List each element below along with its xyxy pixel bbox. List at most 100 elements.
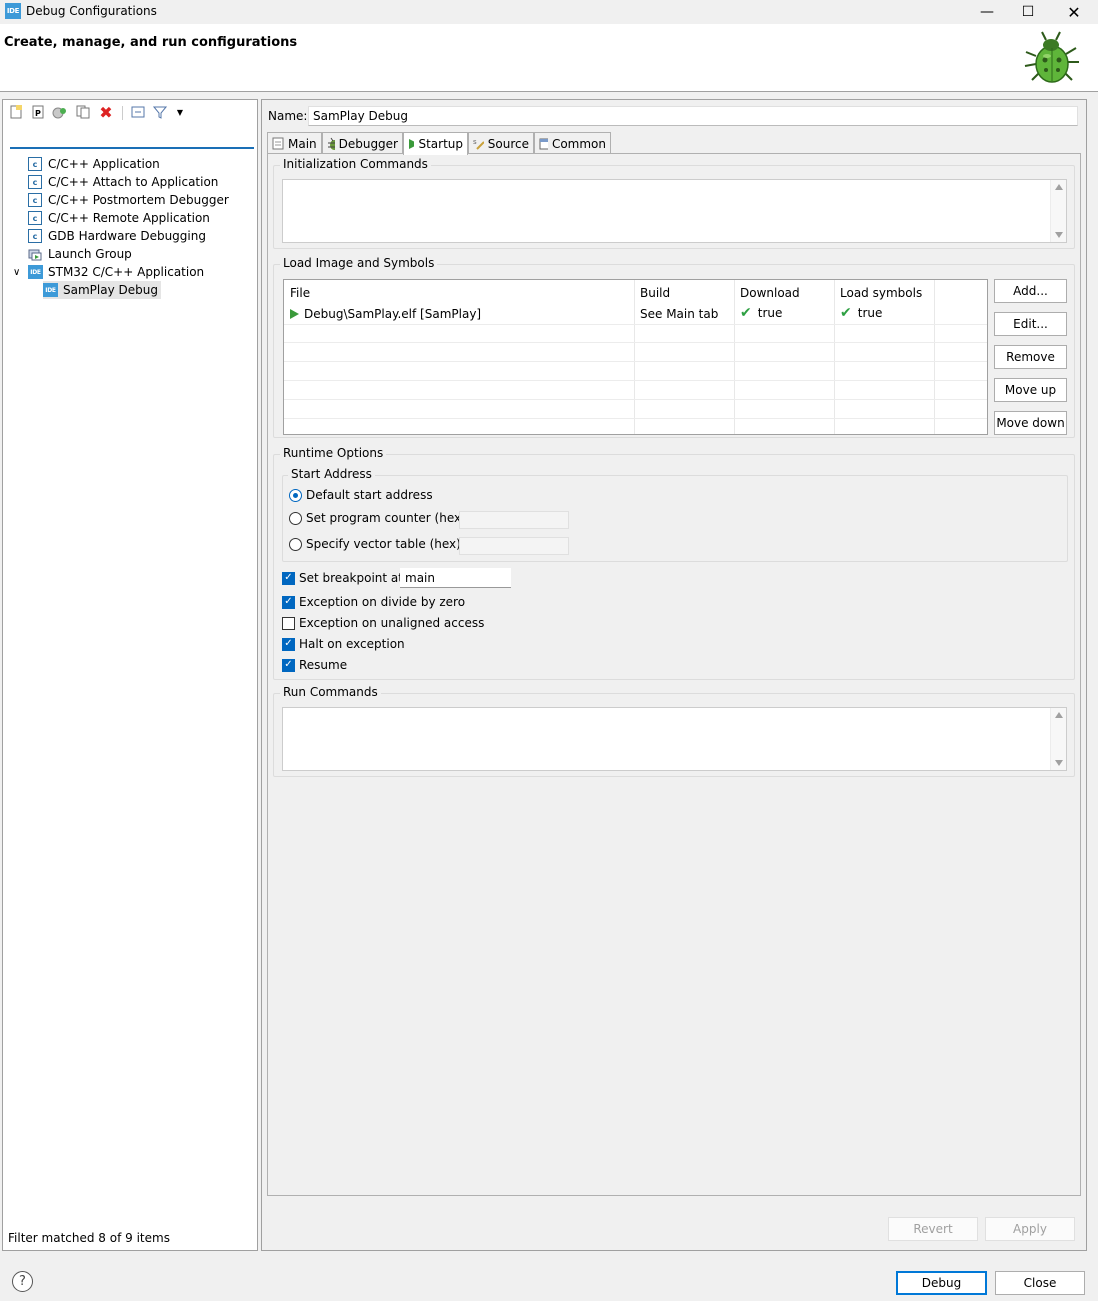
collapse-all-icon[interactable]: [130, 104, 146, 120]
resume-checkbox[interactable]: ✓ Resume: [282, 658, 347, 672]
tree-item-launch-group[interactable]: Launch Group: [28, 245, 132, 263]
radio-unselected[interactable]: [289, 511, 302, 525]
toolbar-separator: [122, 106, 123, 120]
edit-button[interactable]: Edit...: [994, 312, 1067, 336]
tree-item-samplay-debug[interactable]: IDE SamPlay Debug: [43, 281, 161, 299]
name-input[interactable]: SamPlay Debug: [308, 106, 1078, 126]
load-image-table[interactable]: File Build Download Load symbols Debug\S…: [283, 279, 988, 435]
file-cell: Debug\SamPlay.elf [SamPlay]: [290, 307, 481, 321]
tab-startup[interactable]: Startup: [403, 132, 468, 155]
init-commands-group: Initialization Commands: [273, 157, 1075, 249]
svg-text:P: P: [35, 109, 41, 118]
halt-on-exception-checkbox[interactable]: ✓ Halt on exception: [282, 637, 405, 651]
set-breakpoint-checkbox[interactable]: ✓ Set breakpoint at:: [282, 571, 407, 585]
ide-icon: IDE: [43, 283, 58, 297]
table-row[interactable]: Debug\SamPlay.elf [SamPlay] See Main tab…: [290, 305, 980, 324]
help-icon[interactable]: ?: [12, 1271, 33, 1292]
svg-text:s: s: [473, 138, 477, 146]
tab-source[interactable]: s Source: [468, 132, 534, 154]
runtime-options-title: Runtime Options: [280, 446, 387, 460]
c-icon: c: [27, 192, 43, 208]
column-header-download[interactable]: Download: [740, 286, 800, 300]
runtime-options-group: Runtime Options Start Address Default st…: [273, 446, 1075, 680]
run-commands-title: Run Commands: [280, 685, 381, 699]
move-up-button[interactable]: Move up: [994, 378, 1067, 402]
filter-dropdown-icon[interactable]: ▼: [172, 104, 188, 120]
dialog-header: Create, manage, and run configurations: [0, 24, 1098, 92]
column-header-build[interactable]: Build: [640, 286, 670, 300]
checkbox-unchecked[interactable]: [282, 616, 295, 630]
header-message: Create, manage, and run configurations: [4, 35, 298, 50]
configuration-editor: Name: SamPlay Debug Main Debugger Startu…: [261, 99, 1087, 1251]
debugger-tab-icon: [328, 137, 335, 150]
run-commands-scrollbar[interactable]: [1050, 708, 1066, 770]
run-commands-textarea[interactable]: [282, 707, 1067, 771]
column-header-load-symbols[interactable]: Load symbols: [840, 286, 922, 300]
filter-icon[interactable]: [152, 104, 168, 120]
checkbox-checked[interactable]: ✓: [282, 571, 295, 585]
tree-item-gdb-hardware[interactable]: c GDB Hardware Debugging: [27, 227, 206, 245]
radio-unselected[interactable]: [289, 537, 302, 551]
apply-button[interactable]: Apply: [985, 1217, 1075, 1241]
breakpoint-input[interactable]: main: [400, 568, 511, 588]
tree-item-cpp-postmortem[interactable]: c C/C++ Postmortem Debugger: [27, 191, 229, 209]
remove-button[interactable]: Remove: [994, 345, 1067, 369]
tree-item-cpp-application[interactable]: c C/C++ Application: [27, 155, 160, 173]
exception-divide-checkbox[interactable]: ✓ Exception on divide by zero: [282, 595, 465, 609]
c-icon: c: [27, 210, 43, 226]
revert-button[interactable]: Revert: [888, 1217, 978, 1241]
duplicate-configuration-icon[interactable]: [75, 104, 91, 120]
c-icon: c: [27, 174, 43, 190]
checkbox-checked[interactable]: ✓: [282, 637, 295, 651]
move-down-button[interactable]: Move down: [994, 411, 1067, 435]
download-cell: ✔ true: [740, 305, 783, 321]
delete-configuration-icon[interactable]: ✖: [98, 103, 114, 122]
program-counter-input[interactable]: [459, 511, 569, 529]
checkbox-checked[interactable]: ✓: [282, 658, 295, 672]
debug-button[interactable]: Debug: [896, 1271, 987, 1295]
program-counter-radio[interactable]: Set program counter (hex):: [289, 511, 470, 525]
column-header-file[interactable]: File: [290, 286, 310, 300]
load-symbols-cell: ✔ true: [840, 305, 883, 321]
ide-icon: IDE: [28, 265, 43, 279]
minimize-button[interactable]: —: [964, 0, 1010, 24]
window-title: Debug Configurations: [26, 4, 157, 18]
configuration-tree-panel: P ✖ ▼ c C/C++ Application c C/C++ Attach t…: [2, 99, 258, 1251]
bug-icon: [1024, 31, 1079, 83]
source-tab-icon: s: [473, 138, 484, 150]
init-commands-scrollbar[interactable]: [1050, 180, 1066, 242]
filter-input[interactable]: [10, 130, 254, 149]
common-tab-icon: [539, 138, 548, 149]
main-tab-icon: [272, 137, 284, 150]
exception-unaligned-checkbox[interactable]: Exception on unaligned access: [282, 616, 484, 630]
new-prototype-icon[interactable]: P: [30, 104, 46, 120]
default-start-radio[interactable]: Default start address: [289, 488, 433, 502]
chevron-down-icon[interactable]: ∨: [13, 267, 25, 278]
new-configuration-icon[interactable]: [8, 104, 24, 120]
close-button[interactable]: Close: [995, 1271, 1085, 1295]
tree-item-cpp-attach[interactable]: c C/C++ Attach to Application: [27, 173, 218, 191]
start-address-title: Start Address: [288, 467, 375, 481]
title-bar: IDE Debug Configurations — ☐ ✕: [0, 0, 1098, 24]
tab-debugger[interactable]: Debugger: [322, 132, 403, 154]
play-icon: [290, 309, 299, 319]
filter-status: Filter matched 8 of 9 items: [8, 1231, 170, 1245]
init-commands-title: Initialization Commands: [280, 157, 431, 171]
export-configuration-icon[interactable]: [52, 104, 68, 120]
c-icon: c: [27, 228, 43, 244]
init-commands-textarea[interactable]: [282, 179, 1067, 243]
tree-item-cpp-remote[interactable]: c C/C++ Remote Application: [27, 209, 210, 227]
add-button[interactable]: Add...: [994, 279, 1067, 303]
tab-common[interactable]: Common: [534, 132, 611, 154]
tab-main[interactable]: Main: [267, 132, 322, 154]
vector-table-input[interactable]: [459, 537, 569, 555]
tree-item-stm32-application[interactable]: ∨ IDE STM32 C/C++ Application: [13, 263, 204, 281]
check-icon: ✔: [840, 305, 852, 321]
startup-tab-icon: [409, 139, 415, 149]
checkbox-checked[interactable]: ✓: [282, 595, 295, 609]
maximize-button[interactable]: ☐: [1005, 0, 1051, 24]
radio-selected[interactable]: [289, 488, 302, 502]
close-window-button[interactable]: ✕: [1051, 0, 1097, 24]
vector-table-radio[interactable]: Specify vector table (hex):: [289, 537, 465, 551]
build-cell: See Main tab: [640, 307, 719, 321]
